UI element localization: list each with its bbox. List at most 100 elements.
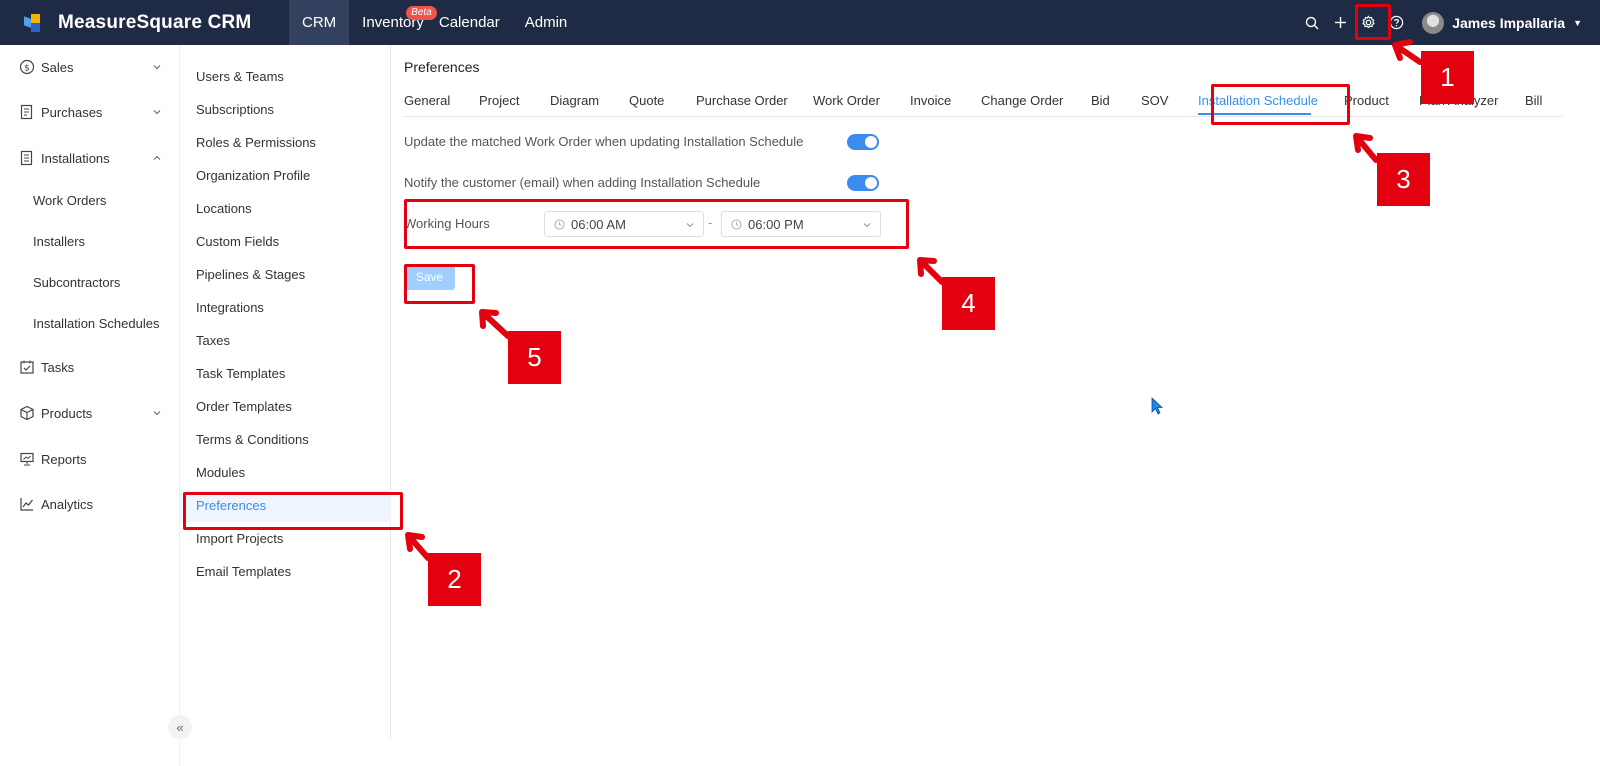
sidebar-item-products[interactable]: Products (0, 398, 180, 428)
tab-product[interactable]: Product (1344, 93, 1389, 108)
user-menu[interactable]: James Impallaria ▼ (1422, 11, 1582, 34)
tab-installation-schedule[interactable]: Installation Schedule (1198, 93, 1318, 108)
notify-customer-toggle[interactable] (847, 175, 879, 191)
top-right-tools: James Impallaria ▼ (1298, 0, 1600, 45)
sidebar-item-label: Products (41, 405, 93, 421)
brand[interactable]: MeasureSquare CRM (0, 0, 289, 45)
settings-nav-item-pipelines-stages[interactable]: Pipelines & Stages (180, 259, 391, 291)
sidebar-item-sales[interactable]: $ Sales (0, 52, 180, 82)
settings-nav-item-roles-permissions[interactable]: Roles & Permissions (180, 127, 391, 159)
tab-plan-analyzer[interactable]: Plan Analyzer (1419, 93, 1499, 108)
settings-nav-item-email-templates[interactable]: Email Templates (180, 556, 391, 588)
svg-text:$: $ (24, 64, 30, 74)
chevron-down-icon (152, 60, 162, 75)
main-content: Preferences General Project Diagram Quote Pu… (392, 45, 1600, 766)
sidebar-subitem-work-orders[interactable]: Work Orders (33, 186, 106, 216)
preference-tabs: General Project Diagram Quote Purchase Order… (404, 87, 1562, 117)
settings-nav-item-subscriptions[interactable]: Subscriptions (180, 94, 391, 126)
sidebar-item-label: Sales (41, 59, 74, 75)
clock-icon (731, 218, 742, 230)
start-time-value: 06:00 AM (571, 216, 626, 232)
sidebar-item-label: Tasks (41, 359, 75, 375)
nav-calendar[interactable]: Calendar (437, 0, 513, 45)
sidebar-subitem-subcontractors[interactable]: Subcontractors (33, 268, 120, 298)
clipboard-list-icon (18, 149, 36, 167)
receipt-icon (18, 103, 36, 121)
left-sidebar: $ Sales Purchases Installations Work Ord… (0, 45, 192, 766)
page-title: Preferences (404, 59, 480, 75)
settings-nav: Users & Teams Subscriptions Roles & Permis… (180, 45, 391, 738)
start-time-picker[interactable]: 06:00 AM (544, 211, 704, 237)
top-navigation-bar: MeasureSquare CRM CRM Inventory Beta Cal… (0, 0, 1600, 45)
tab-general[interactable]: General (404, 93, 450, 108)
settings-nav-item-integrations[interactable]: Integrations (180, 292, 391, 324)
tab-bill[interactable]: Bill (1525, 93, 1542, 108)
sidebar-subitem-installation-schedules[interactable]: Installation Schedules (33, 309, 159, 339)
chevron-down-icon (152, 406, 162, 421)
tab-quote[interactable]: Quote (629, 93, 664, 108)
nav-crm[interactable]: CRM (289, 0, 350, 45)
sidebar-subitem-installers[interactable]: Installers (33, 227, 85, 257)
end-time-picker[interactable]: 06:00 PM (721, 211, 881, 237)
sidebar-item-installations[interactable]: Installations (0, 143, 180, 173)
time-range-separator: - (708, 215, 713, 230)
sidebar-item-reports[interactable]: Reports (0, 444, 180, 474)
sidebar-item-label: Analytics (41, 496, 94, 512)
settings-nav-item-organization-profile[interactable]: Organization Profile (180, 160, 391, 192)
sidebar-item-tasks[interactable]: Tasks (0, 352, 180, 382)
nav-inventory[interactable]: Inventory Beta (349, 0, 437, 45)
sidebar-item-label: Purchases (41, 104, 103, 120)
presentation-icon (18, 450, 36, 468)
active-tab-underline (1198, 113, 1311, 115)
sidebar-item-purchases[interactable]: Purchases (0, 97, 180, 127)
beta-badge: Beta (406, 6, 437, 20)
caret-down-icon: ▼ (1573, 17, 1582, 28)
settings-nav-item-taxes[interactable]: Taxes (180, 325, 391, 357)
tab-bid[interactable]: Bid (1091, 93, 1110, 108)
update-work-order-toggle[interactable] (847, 134, 879, 150)
settings-nav-item-preferences[interactable]: Preferences (180, 490, 391, 522)
tab-purchase-order[interactable]: Purchase Order (696, 93, 788, 108)
chevron-down-icon (862, 218, 872, 233)
notify-customer-label: Notify the customer (email) when adding … (404, 175, 761, 190)
plus-icon[interactable] (1326, 0, 1354, 45)
tab-change-order[interactable]: Change Order (981, 93, 1063, 108)
settings-nav-item-terms-conditions[interactable]: Terms & Conditions (180, 424, 391, 456)
settings-nav-item-locations[interactable]: Locations (180, 193, 391, 225)
settings-nav-item-users-teams[interactable]: Users & Teams (180, 61, 391, 93)
user-name: James Impallaria (1452, 14, 1566, 31)
tab-project[interactable]: Project (479, 93, 519, 108)
chevron-down-icon (152, 105, 162, 120)
sidebar-item-label: Reports (41, 451, 87, 467)
settings-nav-item-modules[interactable]: Modules (180, 457, 391, 489)
end-time-value: 06:00 PM (748, 216, 804, 232)
search-icon[interactable] (1298, 0, 1326, 45)
task-check-icon (18, 358, 36, 376)
sidebar-item-label: Installations (41, 150, 110, 166)
sidebar-item-analytics[interactable]: Analytics (0, 489, 180, 519)
tab-diagram[interactable]: Diagram (550, 93, 599, 108)
dollar-circle-icon: $ (18, 58, 36, 76)
save-button[interactable]: Save (404, 264, 455, 290)
settings-nav-item-task-templates[interactable]: Task Templates (180, 358, 391, 390)
settings-nav-item-custom-fields[interactable]: Custom Fields (180, 226, 391, 258)
update-work-order-label: Update the matched Work Order when updat… (404, 134, 804, 149)
tab-sov[interactable]: SOV (1141, 93, 1168, 108)
nav-admin[interactable]: Admin (513, 0, 581, 45)
brand-logo-icon (24, 13, 42, 32)
chevron-down-icon (685, 218, 695, 233)
settings-nav-item-import-projects[interactable]: Import Projects (180, 523, 391, 555)
tab-work-order[interactable]: Work Order (813, 93, 880, 108)
avatar (1422, 11, 1445, 34)
help-icon[interactable] (1382, 0, 1410, 45)
box-icon (18, 404, 36, 422)
chevron-up-icon (152, 151, 162, 166)
brand-name: MeasureSquare CRM (58, 11, 252, 33)
main-nav: CRM Inventory Beta Calendar Admin (289, 0, 580, 45)
settings-nav-item-order-templates[interactable]: Order Templates (180, 391, 391, 423)
line-chart-icon (18, 495, 36, 513)
gear-icon[interactable] (1354, 0, 1382, 45)
tab-invoice[interactable]: Invoice (910, 93, 951, 108)
working-hours-label: Working Hours (404, 216, 490, 231)
clock-icon (554, 218, 565, 230)
